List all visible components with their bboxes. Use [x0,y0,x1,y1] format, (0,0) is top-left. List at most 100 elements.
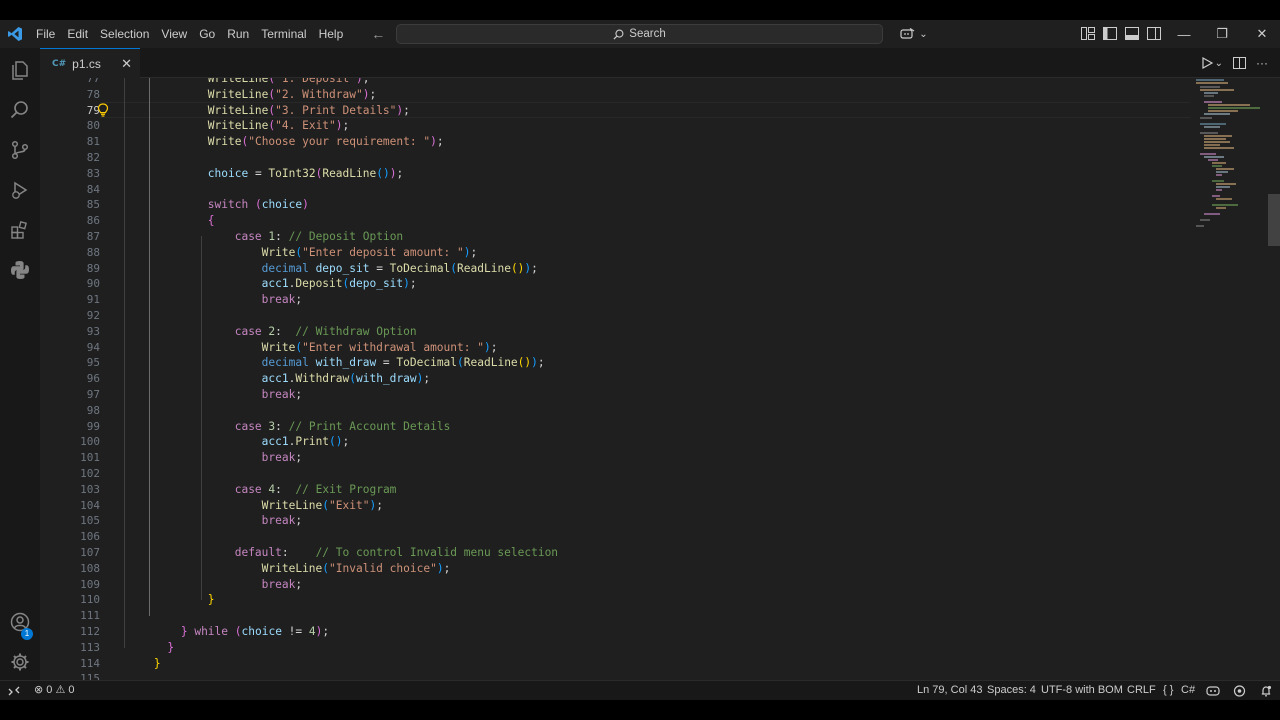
code-line[interactable]: acc1.Deposit(depo_sit); [100,276,417,292]
code-line[interactable]: { [100,213,215,229]
python-icon[interactable] [8,258,32,282]
run-file-icon[interactable] [1201,57,1213,69]
code-editor[interactable]: 77 78 79 80 81 82 83 84 85 86 87 88 89 90 91 92 93 94 95 96… [40,78,1280,680]
code-line[interactable]: case 4: // Exit Program [100,482,397,498]
code-line[interactable]: } [100,640,174,656]
customize-layout-icon[interactable] [1081,27,1095,40]
code-line[interactable] [100,150,154,166]
line-ending[interactable]: CRLF [1127,681,1156,701]
code-line[interactable]: } [100,656,161,672]
copilot-status-icon[interactable] [1206,681,1220,701]
menu-edit[interactable]: Edit [61,20,94,48]
line-number: 79 [86,103,100,117]
code-line[interactable]: decimal depo_sit = ToDecimal(ReadLine())… [100,261,538,277]
toggle-secondary-sidebar-icon[interactable] [1147,27,1161,40]
menu-run[interactable]: Run [221,20,255,48]
code-lines[interactable]: WriteLine("1. Deposit"); WriteLine("2. W… [100,78,1230,680]
code-line[interactable]: break; [100,513,302,529]
command-center-search[interactable]: Search [396,24,883,44]
code-line[interactable] [100,466,154,482]
code-line[interactable]: break; [100,450,302,466]
problems-indicator[interactable]: ⊗ 0 ⚠ 0 [34,681,75,701]
code-line[interactable]: WriteLine("Exit"); [100,498,383,514]
tab-p1-cs[interactable]: C# p1.cs ✕ [40,48,140,78]
close-tab-icon[interactable]: ✕ [121,56,132,72]
code-line[interactable] [100,403,154,419]
code-line[interactable]: } while (choice != 4); [100,624,329,640]
code-line[interactable] [100,608,154,624]
more-actions-icon[interactable]: ··· [1256,56,1268,70]
line-number: 114 [80,656,100,670]
toggle-panel-icon[interactable] [1125,27,1139,40]
feedback-icon[interactable] [1233,681,1246,701]
code-line[interactable]: acc1.Withdraw(with_draw); [100,371,430,387]
code-line[interactable]: Write("Enter deposit amount: "); [100,245,478,261]
vertical-scrollbar-thumb[interactable] [1268,194,1280,246]
line-number: 93 [86,324,100,338]
activity-bar [0,48,40,680]
vscode-logo-icon [0,20,30,48]
code-line[interactable]: decimal with_draw = ToDecimal(ReadLine()… [100,355,545,371]
code-line[interactable]: acc1.Print(); [100,434,350,450]
line-number: 101 [80,451,100,465]
menu-file[interactable]: File [30,20,61,48]
code-line[interactable]: Write("Choose your requirement: "); [100,134,444,150]
indentation-setting[interactable]: Spaces: 4 [987,681,1036,701]
line-number: 96 [86,372,100,386]
menu-terminal[interactable]: Terminal [255,20,312,48]
source-control-icon[interactable] [8,138,32,162]
csharp-file-icon: C# [52,58,67,69]
file-encoding[interactable]: UTF-8 with BOM [1041,681,1123,701]
code-line[interactable]: case 1: // Deposit Option [100,229,403,245]
code-line[interactable] [100,529,154,545]
code-line[interactable]: WriteLine("3. Print Details"); [100,103,410,119]
menu-help[interactable]: Help [313,20,350,48]
code-line[interactable]: WriteLine("Invalid choice"); [100,561,451,577]
code-line[interactable]: choice = ToInt32(ReadLine()); [100,166,403,182]
code-line[interactable]: case 3: // Print Account Details [100,419,451,435]
remote-indicator-icon[interactable] [8,681,20,701]
code-line[interactable]: } [100,592,215,608]
code-line[interactable]: break; [100,577,302,593]
line-number: 112 [80,625,100,638]
run-debug-icon[interactable] [8,178,32,202]
toggle-primary-sidebar-icon[interactable] [1103,27,1117,40]
language-mode[interactable]: C# [1181,681,1195,701]
line-number: 103 [80,482,100,496]
tab-filename: p1.cs [72,56,101,71]
minimap[interactable] [1190,78,1270,238]
editor-actions: ⌄ ··· [1201,48,1268,78]
code-line[interactable] [100,182,154,198]
cursor-position[interactable]: Ln 79, Col 43 [917,681,982,701]
code-line[interactable]: WriteLine("4. Exit"); [100,118,350,134]
code-line[interactable]: WriteLine("1. Deposit"); [100,78,370,87]
minimize-icon[interactable]: — [1166,20,1202,48]
menu-selection[interactable]: Selection [94,20,155,48]
code-line[interactable]: Write("Enter withdrawal amount: "); [100,340,498,356]
line-number: 81 [86,135,100,149]
explorer-icon[interactable] [8,58,32,82]
code-line[interactable]: break; [100,387,302,403]
menu-view[interactable]: View [155,20,193,48]
restore-icon[interactable]: ❐ [1204,20,1240,48]
manage-gear-icon[interactable] [8,650,32,674]
code-line[interactable]: break; [100,292,302,308]
menu-go[interactable]: Go [193,20,221,48]
split-editor-icon[interactable] [1233,57,1246,69]
close-window-icon[interactable]: ✕ [1244,20,1280,48]
code-line[interactable]: case 2: // Withdraw Option [100,324,417,340]
copilot-button[interactable]: ⌄ [895,24,933,44]
code-line[interactable]: switch (choice) [100,197,309,213]
search-sidebar-icon[interactable] [8,98,32,122]
line-number: 85 [86,198,100,212]
line-number: 111 [80,609,100,623]
code-line[interactable]: default: // To control Invalid menu sele… [100,545,558,561]
code-line[interactable]: WriteLine("2. Withdraw"); [100,87,376,103]
code-line[interactable] [100,308,154,324]
run-dropdown-chevron-icon[interactable]: ⌄ [1215,58,1223,69]
back-arrow-icon[interactable]: ← [367,26,389,42]
code-line[interactable] [100,671,154,680]
notifications-bell-icon[interactable] [1260,681,1272,701]
extensions-icon[interactable] [8,218,32,242]
chevron-down-icon: ⌄ [919,28,928,40]
